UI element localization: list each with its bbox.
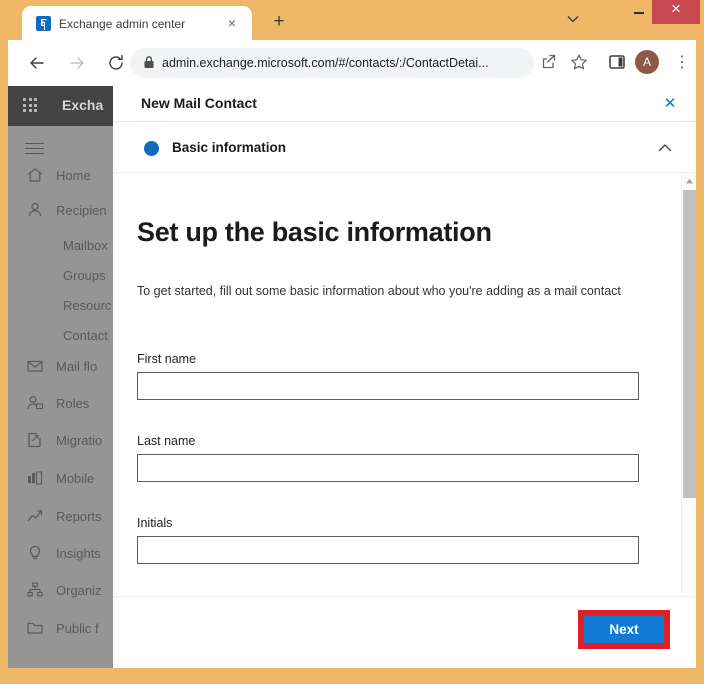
roles-icon <box>24 392 46 414</box>
step-indicator-dot <box>144 141 159 156</box>
back-icon[interactable] <box>24 50 50 76</box>
org-icon <box>24 579 46 601</box>
browser-menu-icon[interactable]: ⋮ <box>672 50 692 74</box>
initials-label: Initials <box>137 516 173 530</box>
sidebar-item-label: Reports <box>56 508 102 524</box>
sidebar-item-label: Public f <box>56 620 99 636</box>
window-close-button[interactable] <box>652 0 700 24</box>
chevron-up-icon[interactable] <box>656 139 676 159</box>
app-launcher-icon[interactable] <box>23 98 39 114</box>
hamburger-menu-icon[interactable] <box>25 141 45 155</box>
last-name-input[interactable] <box>137 454 639 482</box>
bookmark-star-icon[interactable] <box>568 51 590 73</box>
sidebar-item-label: Insights <box>56 545 101 561</box>
browser-tab[interactable]: E Exchange admin center × <box>22 6 252 40</box>
page-title: Set up the basic information <box>137 217 492 247</box>
side-panel-icon[interactable] <box>606 51 628 73</box>
browser-toolbar: admin.exchange.microsoft.com/#/contacts/… <box>8 40 696 86</box>
first-name-field-group: First name <box>137 352 639 400</box>
folder-icon <box>24 617 46 639</box>
migration-icon <box>24 429 46 451</box>
reports-icon <box>24 505 46 527</box>
page-viewport: Excha Home Recipien Mailbox Groups Resou… <box>8 86 696 668</box>
initials-input[interactable] <box>137 536 639 564</box>
page-description: To get started, fill out some basic info… <box>137 284 621 298</box>
first-name-label: First name <box>137 352 197 366</box>
initials-field-group: Initials <box>137 516 639 564</box>
dialog-title: New Mail Contact <box>141 95 257 111</box>
browser-title-bar: E Exchange admin center × + <box>0 0 704 40</box>
person-icon <box>24 199 46 221</box>
sidebar-item-label: Resourc <box>63 297 112 313</box>
sidebar-item-label: Migratio <box>56 432 103 448</box>
new-tab-button[interactable]: + <box>268 12 290 34</box>
sidebar-item-label: Recipien <box>56 202 107 218</box>
reload-icon[interactable] <box>103 50 129 76</box>
sidebar-item-label: Contact <box>63 327 108 343</box>
mail-icon <box>24 355 46 377</box>
next-button-highlight: Next <box>578 610 670 649</box>
share-icon[interactable] <box>538 51 560 73</box>
chevron-down-icon[interactable] <box>562 14 584 32</box>
address-bar[interactable]: admin.exchange.microsoft.com/#/contacts/… <box>130 48 534 78</box>
dialog-footer: Next <box>113 596 696 668</box>
sidebar-item-label: Roles <box>56 395 90 411</box>
close-icon[interactable]: × <box>224 16 240 32</box>
scrollbar-thumb[interactable] <box>683 190 696 498</box>
sidebar-item-label: Organiz <box>56 582 102 598</box>
home-icon <box>24 164 46 186</box>
mobile-icon <box>24 467 46 489</box>
exchange-icon: E <box>36 16 51 31</box>
dialog-body: Set up the basic information To get star… <box>113 174 696 596</box>
new-mail-contact-dialog: New Mail Contact ✕ Basic information Set… <box>113 86 696 668</box>
sidebar-item-label: Groups <box>63 267 106 283</box>
sidebar-item-label: Home <box>56 167 91 183</box>
next-button[interactable]: Next <box>584 616 664 643</box>
minimize-button[interactable] <box>626 0 652 24</box>
sidebar-item-label: Mailbox <box>63 237 108 253</box>
dialog-header: New Mail Contact ✕ <box>113 86 696 122</box>
sidebar-item-label: Mail flo <box>56 358 98 374</box>
app-brand: Excha <box>62 97 104 113</box>
last-name-label: Last name <box>137 434 196 448</box>
url-text: admin.exchange.microsoft.com/#/contacts/… <box>162 56 489 70</box>
last-name-field-group: Last name <box>137 434 639 482</box>
forward-icon[interactable] <box>64 50 90 76</box>
tab-title: Exchange admin center <box>59 17 186 31</box>
avatar[interactable]: A <box>635 50 659 74</box>
first-name-input[interactable] <box>137 372 639 400</box>
sidebar-item-label: Mobile <box>56 470 95 486</box>
scroll-up-icon[interactable] <box>682 174 696 188</box>
lock-icon <box>142 55 156 70</box>
close-icon[interactable]: ✕ <box>660 94 680 114</box>
section-basic-information[interactable]: Basic information <box>113 123 696 173</box>
section-label: Basic information <box>172 140 287 155</box>
lightbulb-icon <box>24 542 46 564</box>
browser-window: E Exchange admin center × + × admin.exch… <box>0 0 704 684</box>
dialog-scrollbar[interactable] <box>681 174 696 596</box>
